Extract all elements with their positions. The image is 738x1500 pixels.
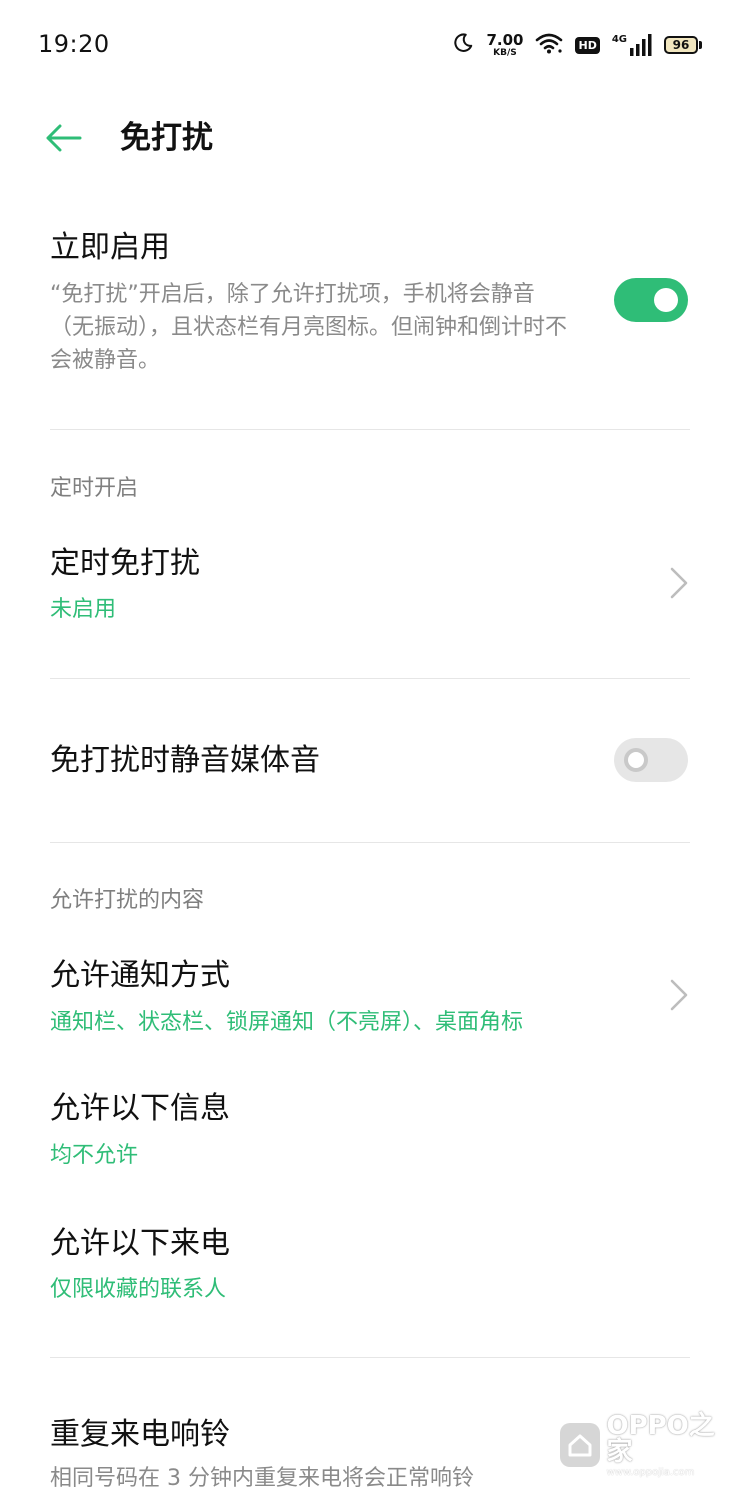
back-arrow-icon [46,124,82,152]
allowed-messages-value: 均不允许 [50,1143,139,1168]
allowed-notifications-value: 通知栏、状态栏、锁屏通知（不亮屏）、桌面角标 [50,1010,524,1035]
toggle-knob [654,288,678,312]
status-bar: 19:20 7.00 KB/S HD 4G 96 [0,0,738,90]
chevron-right-icon [670,567,688,599]
divider [50,842,690,843]
scheduled-dnd-title: 定时免打扰 [50,546,200,581]
cellular-signal: 4G [612,34,652,56]
page-header: 免打扰 [0,100,738,176]
allowed-messages-title: 允许以下信息 [50,1091,230,1126]
divider [50,678,690,679]
allowed-calls-value: 仅限收藏的联系人 [50,1277,227,1302]
battery-level: 96 [664,36,698,54]
watermark-brand: OPPO之家 [606,1410,715,1467]
wifi-icon [535,32,563,58]
battery-icon: 96 [664,36,702,54]
watermark-logo-icon [560,1423,601,1467]
immediate-enable-description: “免打扰”开启后，除了允许打扰项，手机将会静音（无振动），且状态栏有月亮图标。但… [50,282,568,373]
toggle-knob [624,748,648,772]
immediate-enable-toggle[interactable] [614,278,688,322]
mute-media-toggle[interactable] [614,738,688,782]
divider [50,429,690,430]
network-type: 4G [611,34,627,45]
page-title: 免打扰 [120,120,213,156]
network-speed: 7.00 KB/S [486,30,524,58]
immediate-enable-title: 立即启用 [50,230,170,265]
allowed-notifications-title: 允许通知方式 [50,958,230,993]
back-button[interactable] [40,116,86,160]
signal-bars-icon [630,34,652,56]
moon-icon [452,32,474,58]
divider [50,1357,690,1358]
status-icons: 7.00 KB/S HD 4G 96 [452,30,702,60]
status-time: 19:20 [38,30,110,58]
hd-badge: HD [575,36,600,54]
allowed-calls-title: 允许以下来电 [50,1226,230,1261]
section-header-schedule: 定时开启 [50,476,139,501]
section-header-allowed: 允许打扰的内容 [50,888,205,913]
chevron-right-icon [670,979,688,1011]
repeat-calls-title: 重复来电响铃 [50,1417,230,1452]
network-speed-value: 7.00 [486,30,524,49]
network-speed-unit: KB/S [493,47,517,58]
watermark-url: www.oppojia.com [606,1466,695,1478]
repeat-calls-description: 相同号码在 3 分钟内重复来电将会正常响铃 [50,1466,474,1491]
scheduled-dnd-status: 未启用 [50,597,117,622]
watermark: OPPO之家 www.oppojia.com [560,1410,730,1480]
mute-media-title: 免打扰时静音媒体音 [50,743,320,778]
